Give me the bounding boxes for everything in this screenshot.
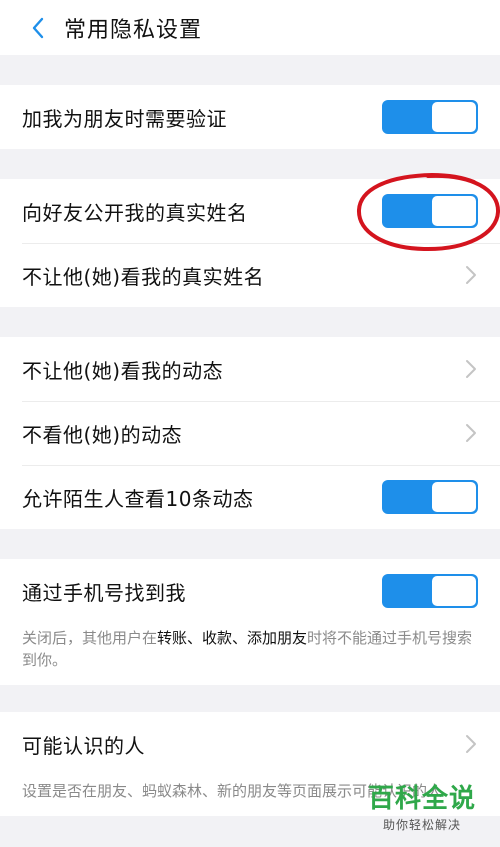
chevron-right-icon: [466, 735, 476, 753]
row-public-real-name[interactable]: 向好友公开我的真实姓名: [0, 179, 500, 243]
friend-verification-label: 加我为朋友时需要验证: [22, 106, 227, 131]
chevron-right-icon: [466, 424, 476, 442]
find-by-phone-toggle[interactable]: [382, 574, 478, 608]
row-friend-verification[interactable]: 加我为朋友时需要验证: [0, 85, 500, 149]
stranger-feed-label: 允许陌生人查看10条动态: [22, 486, 254, 511]
note-text: 关闭后，其他用户在: [22, 629, 158, 647]
hide-real-name-label: 不让他(她)看我的真实姓名: [22, 264, 265, 289]
row-hide-my-feed[interactable]: 不让他(她)看我的动态: [0, 337, 500, 401]
row-may-know[interactable]: 可能认识的人: [0, 712, 500, 776]
chevron-right-icon: [466, 266, 476, 284]
group-real-name: 向好友公开我的真实姓名 不让他(她)看我的真实姓名: [0, 179, 500, 307]
row-find-by-phone[interactable]: 通过手机号找到我: [0, 559, 500, 623]
find-by-phone-note: 关闭后，其他用户在转账、收款、添加朋友时将不能通过手机号搜索到你。: [0, 623, 500, 685]
hide-my-feed-label: 不让他(她)看我的动态: [22, 358, 224, 383]
watermark-logo: 百科全说: [367, 784, 476, 814]
stranger-feed-toggle[interactable]: [382, 480, 478, 514]
nav-bar: 常用隐私设置: [0, 0, 500, 55]
toggle-knob: [432, 482, 476, 512]
toggle-knob: [432, 576, 476, 606]
watermark: 百科全说 助你轻松解决: [362, 784, 482, 833]
public-real-name-label: 向好友公开我的真实姓名: [22, 200, 248, 225]
toggle-knob: [432, 102, 476, 132]
group-verification: 加我为朋友时需要验证: [0, 85, 500, 149]
friend-verification-toggle[interactable]: [382, 100, 478, 134]
toggle-knob: [432, 196, 476, 226]
row-stranger-feed[interactable]: 允许陌生人查看10条动态: [0, 465, 500, 529]
note-highlight: 转账、收款、添加朋友: [157, 629, 308, 647]
watermark-tagline: 助你轻松解决: [382, 818, 461, 832]
may-know-label: 可能认识的人: [22, 733, 145, 758]
chevron-right-icon: [466, 360, 476, 378]
chevron-left-icon: [32, 17, 44, 38]
page-title: 常用隐私设置: [64, 17, 203, 43]
row-not-view-feed[interactable]: 不看他(她)的动态: [0, 401, 500, 465]
row-hide-real-name[interactable]: 不让他(她)看我的真实姓名: [0, 243, 500, 307]
back-button[interactable]: [18, 8, 58, 48]
group-phone: 通过手机号找到我 关闭后，其他用户在转账、收款、添加朋友时将不能通过手机号搜索到…: [0, 559, 500, 685]
not-view-feed-label: 不看他(她)的动态: [22, 422, 183, 447]
group-feeds: 不让他(她)看我的动态 不看他(她)的动态 允许陌生人查看10条动态: [0, 337, 500, 529]
find-by-phone-label: 通过手机号找到我: [22, 580, 186, 605]
public-real-name-toggle[interactable]: [382, 194, 478, 228]
